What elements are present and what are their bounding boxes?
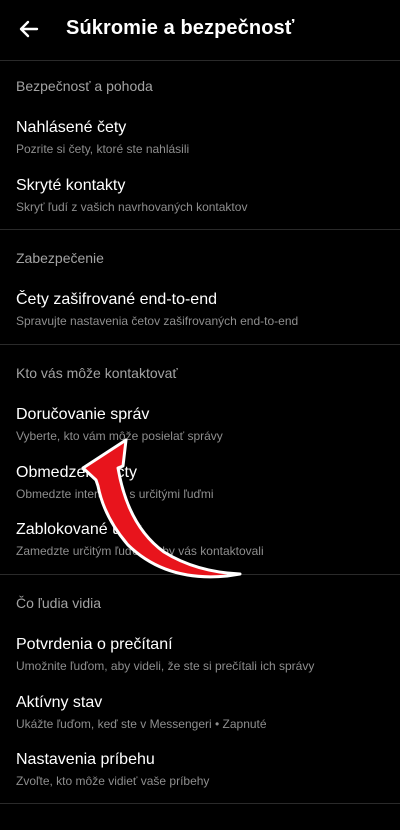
divider — [0, 60, 400, 61]
settings-item-hidden-contacts[interactable]: Skryté kontakty Skryť ľudí z vašich navr… — [0, 177, 400, 233]
settings-item-message-delivery[interactable]: Doručovanie správ Vyberte, kto vám môže … — [0, 406, 400, 462]
item-title: Nahlásené čety — [16, 119, 127, 136]
settings-item-read-receipts[interactable]: Potvrdenia o prečítaní Umožnite ľuďom, a… — [0, 636, 400, 692]
settings-item-blocked-accounts[interactable]: Zablokované účty Zamedzte určitým ľuďom,… — [0, 521, 400, 577]
settings-item-e2e-chats[interactable]: Čety zašifrované end-to-end Spravujte na… — [0, 291, 400, 347]
item-subtitle: Zvoľte, kto môže vidieť vaše príbehy — [16, 774, 210, 788]
arrow-left-icon — [19, 20, 39, 38]
item-subtitle: Obmedzte interakcie s určitými ľuďmi — [16, 487, 214, 501]
item-title: Doručovanie správ — [16, 406, 150, 423]
section-header-contact: Kto vás môže kontaktovať — [16, 365, 178, 381]
item-title: Nastavenia príbehu — [16, 751, 155, 768]
settings-item-reported-chats[interactable]: Nahlásené čety Pozrite si čety, ktoré st… — [0, 119, 400, 175]
divider — [0, 803, 400, 804]
section-header-safety: Bezpečnosť a pohoda — [16, 78, 153, 94]
item-subtitle: Skryť ľudí z vašich navrhovaných kontakt… — [16, 200, 248, 214]
item-subtitle: Zamedzte určitým ľuďom, aby vás kontakto… — [16, 544, 264, 558]
item-subtitle: Vyberte, kto vám môže posielať správy — [16, 429, 223, 443]
item-subtitle: Pozrite si čety, ktoré ste nahlásili — [16, 142, 190, 156]
settings-item-active-status[interactable]: Aktívny stav Ukážte ľuďom, keď ste v Mes… — [0, 694, 400, 750]
item-title: Skryté kontakty — [16, 177, 126, 194]
item-subtitle: Ukážte ľuďom, keď ste v Messengeri • Zap… — [16, 717, 267, 731]
section-header-what-people-see: Čo ľudia vidia — [16, 595, 102, 611]
item-title: Čety zašifrované end-to-end — [16, 291, 217, 308]
settings-item-story-settings[interactable]: Nastavenia príbehu Zvoľte, kto môže vidi… — [0, 751, 400, 807]
divider — [0, 344, 400, 345]
app-bar: Súkromie a bezpečnosť — [0, 0, 400, 60]
item-title: Zablokované účty — [16, 521, 142, 538]
item-title: Potvrdenia o prečítaní — [16, 636, 173, 653]
item-subtitle: Spravujte nastavenia četov zašifrovaných… — [16, 314, 299, 328]
item-title: Aktívny stav — [16, 694, 103, 711]
settings-item-restricted-accounts[interactable]: Obmedzené účty Obmedzte interakcie s urč… — [0, 464, 400, 520]
page-title: Súkromie a bezpečnosť — [66, 17, 295, 39]
divider — [0, 229, 400, 230]
section-header-security: Zabezpečenie — [16, 250, 104, 266]
divider — [0, 574, 400, 575]
back-button[interactable] — [12, 12, 46, 46]
item-subtitle: Umožnite ľuďom, aby videli, že ste si pr… — [16, 659, 315, 673]
item-title: Obmedzené účty — [16, 464, 137, 481]
